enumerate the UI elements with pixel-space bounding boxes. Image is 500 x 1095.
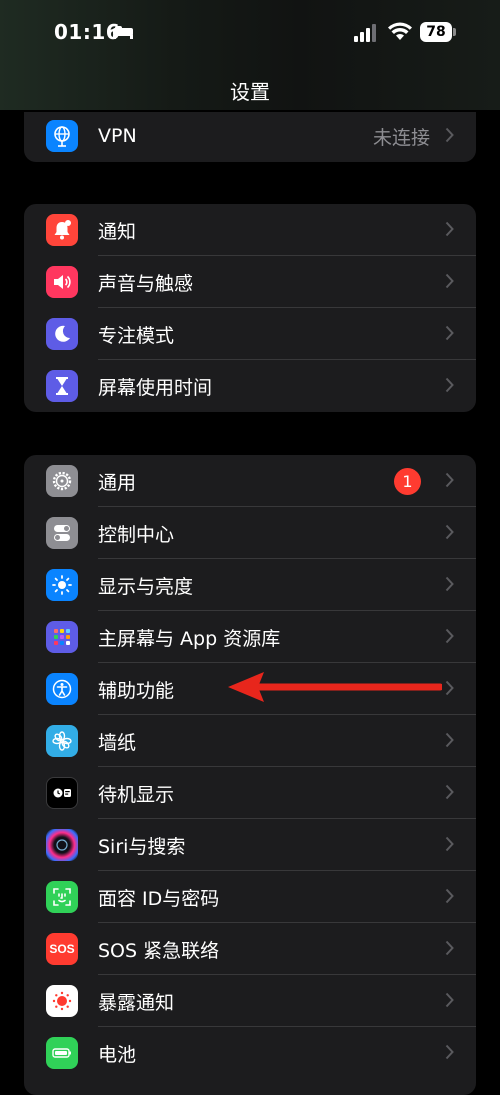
chevron-right-icon bbox=[445, 1044, 454, 1060]
chevron-right-icon bbox=[445, 377, 454, 393]
face-id-icon bbox=[46, 881, 78, 913]
chevron-right-icon bbox=[445, 784, 454, 800]
settings-row-label: 待机显示 bbox=[98, 783, 175, 806]
status-time: 01:16 bbox=[54, 20, 121, 44]
settings-row-standby[interactable]: 待机显示 bbox=[24, 767, 476, 819]
sos-icon-text: SOS bbox=[49, 942, 75, 956]
settings-row-sounds[interactable]: 声音与触感 bbox=[24, 256, 476, 308]
settings-row-label: VPN bbox=[98, 125, 137, 147]
settings-row-vpn[interactable]: VPN 未连接 bbox=[24, 112, 476, 162]
vpn-status-value: 未连接 bbox=[372, 126, 430, 149]
wifi-icon bbox=[388, 22, 412, 40]
chevron-right-icon bbox=[445, 836, 454, 852]
settings-row-exposure[interactable]: 暴露通知 bbox=[24, 975, 476, 1027]
settings-row-screen-time[interactable]: 屏幕使用时间 bbox=[24, 360, 476, 412]
toggles-icon bbox=[46, 517, 78, 549]
chevron-right-icon bbox=[445, 325, 454, 341]
chevron-right-icon bbox=[445, 576, 454, 592]
settings-row-emergency-sos[interactable]: SOS SOS 紧急联络 bbox=[24, 923, 476, 975]
settings-row-label: 屏幕使用时间 bbox=[98, 376, 213, 399]
bell-icon bbox=[46, 214, 78, 246]
settings-row-label: 显示与亮度 bbox=[98, 575, 194, 598]
home-grid-icon bbox=[46, 621, 78, 653]
settings-row-label: 通知 bbox=[98, 220, 137, 243]
notification-badge: 1 bbox=[394, 468, 421, 495]
battery-level: 78 bbox=[420, 22, 452, 42]
settings-row-label: 暴露通知 bbox=[98, 991, 175, 1014]
chevron-right-icon bbox=[445, 888, 454, 904]
settings-row-notifications[interactable]: 通知 bbox=[24, 204, 476, 256]
settings-row-label: 控制中心 bbox=[98, 523, 175, 546]
settings-row-display[interactable]: 显示与亮度 bbox=[24, 559, 476, 611]
sleep-bed-icon bbox=[113, 26, 133, 39]
gear-icon bbox=[46, 465, 78, 497]
settings-row-face-id[interactable]: 面容 ID与密码 bbox=[24, 871, 476, 923]
settings-row-label: SOS 紧急联络 bbox=[98, 939, 220, 962]
standby-icon bbox=[46, 777, 78, 809]
settings-row-label: 主屏幕与 App 资源库 bbox=[98, 627, 281, 650]
settings-row-home-screen[interactable]: 主屏幕与 App 资源库 bbox=[24, 611, 476, 663]
hourglass-icon bbox=[46, 370, 78, 402]
vpn-globe-icon bbox=[46, 120, 78, 152]
battery-icon bbox=[46, 1037, 78, 1069]
settings-row-label: 面容 ID与密码 bbox=[98, 887, 220, 910]
battery-indicator: 78 bbox=[420, 22, 456, 42]
chevron-right-icon bbox=[445, 472, 454, 488]
chevron-right-icon bbox=[445, 524, 454, 540]
annotation-arrow-icon bbox=[228, 672, 442, 702]
settings-row-control-center[interactable]: 控制中心 bbox=[24, 507, 476, 559]
sun-icon bbox=[46, 569, 78, 601]
settings-row-siri[interactable]: Siri与搜索 bbox=[24, 819, 476, 871]
chevron-right-icon bbox=[445, 732, 454, 748]
chevron-right-icon bbox=[445, 992, 454, 1008]
settings-group-general: 通用 1 控制中心 显示与亮度 主屏幕与 App 资源库 辅助功能 墙纸 待机显… bbox=[24, 455, 476, 1095]
settings-group-notifications: 通知 声音与触感 专注模式 屏幕使用时间 bbox=[24, 204, 476, 412]
settings-row-general[interactable]: 通用 1 bbox=[24, 455, 476, 507]
settings-row-label: 墙纸 bbox=[98, 731, 137, 754]
page-title: 设置 bbox=[230, 80, 270, 104]
chevron-right-icon bbox=[445, 628, 454, 644]
exposure-icon bbox=[46, 985, 78, 1017]
cellular-signal-icon bbox=[354, 24, 376, 42]
siri-icon bbox=[46, 829, 78, 861]
settings-row-battery[interactable]: 电池 bbox=[24, 1027, 476, 1079]
settings-row-label: 辅助功能 bbox=[98, 679, 175, 702]
chevron-right-icon bbox=[445, 221, 454, 237]
status-bar: 01:16 78 设置 bbox=[0, 0, 500, 110]
settings-group-network: VPN 未连接 bbox=[24, 112, 476, 162]
settings-row-label: 电池 bbox=[98, 1043, 137, 1066]
speaker-icon bbox=[46, 266, 78, 298]
settings-row-focus[interactable]: 专注模式 bbox=[24, 308, 476, 360]
moon-icon bbox=[46, 318, 78, 350]
battery-cap bbox=[453, 28, 456, 36]
chevron-right-icon bbox=[445, 940, 454, 956]
sos-icon: SOS bbox=[46, 933, 78, 965]
settings-row-label: 通用 bbox=[98, 471, 137, 494]
settings-row-label: Siri与搜索 bbox=[98, 835, 186, 858]
chevron-right-icon bbox=[445, 273, 454, 289]
chevron-right-icon bbox=[445, 127, 454, 143]
settings-row-label: 专注模式 bbox=[98, 324, 175, 347]
chevron-right-icon bbox=[445, 680, 454, 696]
flower-icon bbox=[46, 725, 78, 757]
accessibility-icon bbox=[46, 673, 78, 705]
settings-row-wallpaper[interactable]: 墙纸 bbox=[24, 715, 476, 767]
settings-row-label: 声音与触感 bbox=[98, 272, 194, 295]
